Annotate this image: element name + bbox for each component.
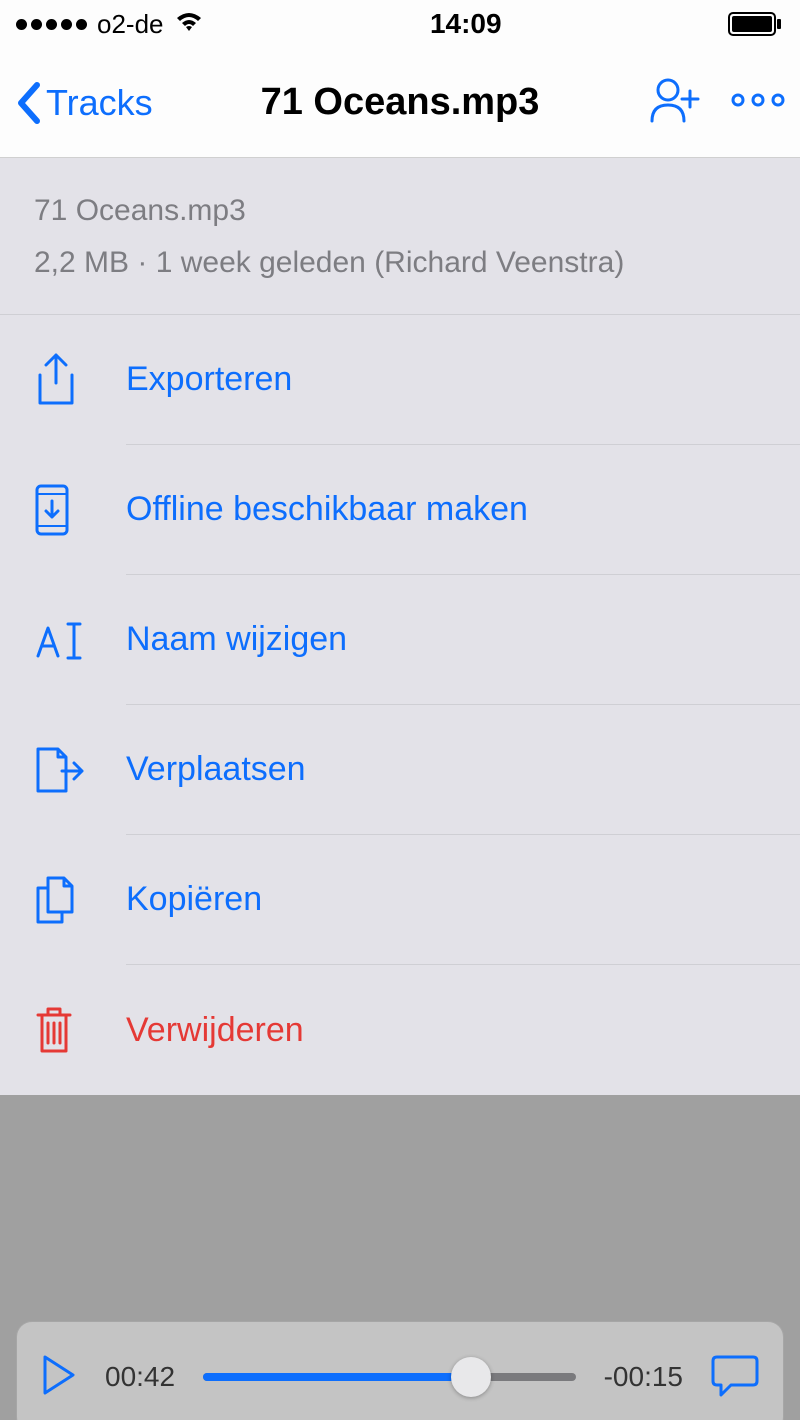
- battery-icon: [728, 12, 784, 36]
- move-item[interactable]: Verplaatsen: [0, 705, 800, 835]
- status-left: o2-de: [16, 9, 204, 40]
- carrier-label: o2-de: [97, 9, 164, 40]
- play-icon: [41, 1353, 77, 1397]
- status-bar: o2-de 14:09: [0, 0, 800, 48]
- trash-icon: [34, 1005, 126, 1055]
- file-name-label: 71 Oceans.mp3: [34, 194, 766, 228]
- comment-button[interactable]: [711, 1353, 759, 1402]
- export-label: Exporteren: [126, 315, 800, 445]
- offline-label: Offline beschikbaar maken: [126, 445, 800, 575]
- copy-item[interactable]: Kopiëren: [0, 835, 800, 965]
- copy-icon: [34, 874, 126, 926]
- person-plus-icon: [650, 77, 702, 123]
- move-label: Verplaatsen: [126, 705, 800, 835]
- add-person-button[interactable]: [650, 77, 702, 128]
- export-item[interactable]: Exporteren: [0, 315, 800, 445]
- more-button[interactable]: [730, 93, 786, 112]
- back-label: Tracks: [46, 82, 153, 124]
- audio-player: 00:42 -00:15: [16, 1321, 784, 1420]
- copy-label: Kopiëren: [126, 835, 800, 965]
- remaining-time: -00:15: [604, 1361, 683, 1393]
- move-icon: [34, 745, 126, 795]
- rename-item[interactable]: Naam wijzigen: [0, 575, 800, 705]
- scrubber-thumb[interactable]: [451, 1357, 491, 1397]
- more-horizontal-icon: [730, 93, 786, 107]
- signal-strength-icon: [16, 19, 87, 30]
- back-button[interactable]: Tracks: [14, 81, 153, 125]
- rename-icon: [34, 618, 126, 662]
- backdrop[interactable]: [0, 1095, 800, 1305]
- file-meta-label: 2,2 MB · 1 week geleden (Richard Veenstr…: [34, 246, 766, 280]
- scrubber[interactable]: [203, 1357, 576, 1397]
- export-icon: [34, 353, 126, 407]
- action-menu: Exporteren Offline beschikbaar maken Naa…: [0, 315, 800, 1095]
- chevron-left-icon: [14, 81, 44, 125]
- delete-item[interactable]: Verwijderen: [0, 965, 800, 1095]
- elapsed-time: 00:42: [105, 1361, 175, 1393]
- file-info-section: 71 Oceans.mp3 2,2 MB · 1 week geleden (R…: [0, 158, 800, 315]
- nav-bar: Tracks 71 Oceans.mp3: [0, 48, 800, 158]
- offline-item[interactable]: Offline beschikbaar maken: [0, 445, 800, 575]
- page-title: 71 Oceans.mp3: [261, 81, 540, 124]
- phone-download-icon: [34, 483, 126, 537]
- delete-label: Verwijderen: [126, 965, 800, 1095]
- wifi-icon: [174, 9, 204, 40]
- rename-label: Naam wijzigen: [126, 575, 800, 705]
- play-button[interactable]: [41, 1353, 77, 1402]
- speech-bubble-icon: [711, 1353, 759, 1397]
- popover-pointer: [726, 158, 762, 180]
- clock: 14:09: [204, 8, 729, 40]
